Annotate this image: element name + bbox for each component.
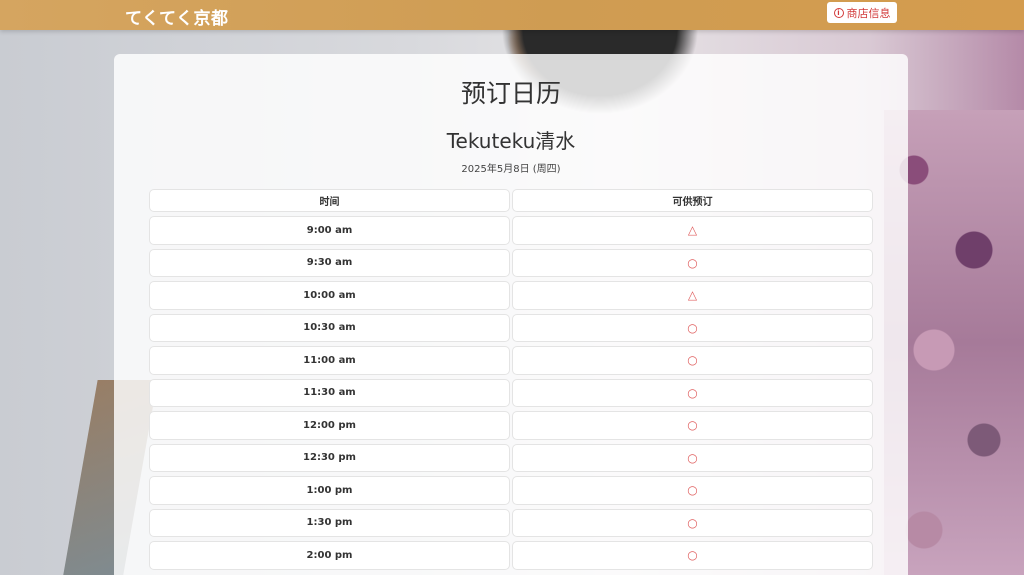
time-slot-cell: 11:30 am (149, 378, 510, 407)
availability-cell[interactable]: ○ (512, 411, 873, 440)
availability-cell[interactable]: △ (512, 216, 873, 245)
availability-cell[interactable]: ○ (512, 346, 873, 375)
table-header: 时间 可供预订 (149, 189, 873, 212)
availability-cell[interactable]: ○ (512, 508, 873, 537)
availability-cell[interactable]: △ (512, 281, 873, 310)
table-row: 10:00 am △ (149, 281, 873, 310)
table-row: 9:30 am ○ (149, 248, 873, 277)
availability-mark: ○ (687, 320, 698, 335)
table-row: 1:30 pm ○ (149, 508, 873, 537)
availability-mark: ○ (687, 255, 698, 270)
availability-mark: ○ (687, 385, 698, 400)
time-slot-cell: 2:00 pm (149, 541, 510, 570)
time-slot-cell: 11:00 am (149, 346, 510, 375)
table-row: 1:00 pm ○ (149, 476, 873, 505)
availability-mark: ○ (687, 548, 698, 563)
time-slot-cell: 10:00 am (149, 281, 510, 310)
time-slot-cell: 9:00 am (149, 216, 510, 245)
time-slot-cell: 1:00 pm (149, 476, 510, 505)
table-row: 11:30 am ○ (149, 378, 873, 407)
table-row: 2:00 pm ○ (149, 541, 873, 570)
shop-info-label: 商店信息 (846, 6, 891, 20)
column-header-availability: 可供预订 (512, 189, 873, 212)
time-slot-cell: 1:30 pm (149, 508, 510, 537)
availability-cell[interactable]: ○ (512, 443, 873, 472)
shop-name: Tekuteku清水 (446, 129, 576, 153)
time-slot-cell: 12:30 pm (149, 443, 510, 472)
availability-mark: ○ (687, 515, 698, 530)
table-row: 10:30 am ○ (149, 313, 873, 342)
availability-mark: ○ (687, 353, 698, 368)
date-label: 2025年5月8日 (周四) (461, 164, 561, 175)
time-slot-cell: 9:30 am (149, 248, 510, 277)
availability-cell[interactable]: ○ (512, 378, 873, 407)
table-row: 11:00 am ○ (149, 346, 873, 375)
table-row: 12:00 pm ○ (149, 411, 873, 440)
info-icon: i (833, 7, 844, 18)
availability-cell[interactable]: ○ (512, 313, 873, 342)
availability-mark: ○ (687, 483, 698, 498)
time-slot-cell: 12:00 pm (149, 411, 510, 440)
top-navbar: てくてく京都 i 商店信息 (0, 0, 1024, 30)
table-row: 9:00 am △ (149, 216, 873, 245)
column-header-time: 时间 (149, 189, 510, 212)
table-row: 12:30 pm ○ (149, 443, 873, 472)
brand-logo[interactable]: てくてく京都 (125, 4, 228, 29)
availability-cell[interactable]: ○ (512, 476, 873, 505)
shop-info-button[interactable]: i 商店信息 (827, 2, 897, 23)
availability-cell[interactable]: ○ (512, 541, 873, 570)
availability-table: 时间 可供预订 9:00 am △ 9:30 am ○ 10:00 am △ 10:30 a… (149, 189, 873, 574)
time-slot-cell: 10:30 am (149, 313, 510, 342)
page-title: 预订日历 (460, 79, 561, 108)
availability-mark: △ (687, 223, 698, 238)
availability-mark: ○ (687, 418, 698, 433)
availability-mark: △ (687, 288, 698, 303)
availability-mark: ○ (687, 450, 698, 465)
booking-calendar-card: 预订日历 Tekuteku清水 2025年5月8日 (周四) 时间 可供预订 9… (114, 54, 908, 575)
availability-cell[interactable]: ○ (512, 248, 873, 277)
